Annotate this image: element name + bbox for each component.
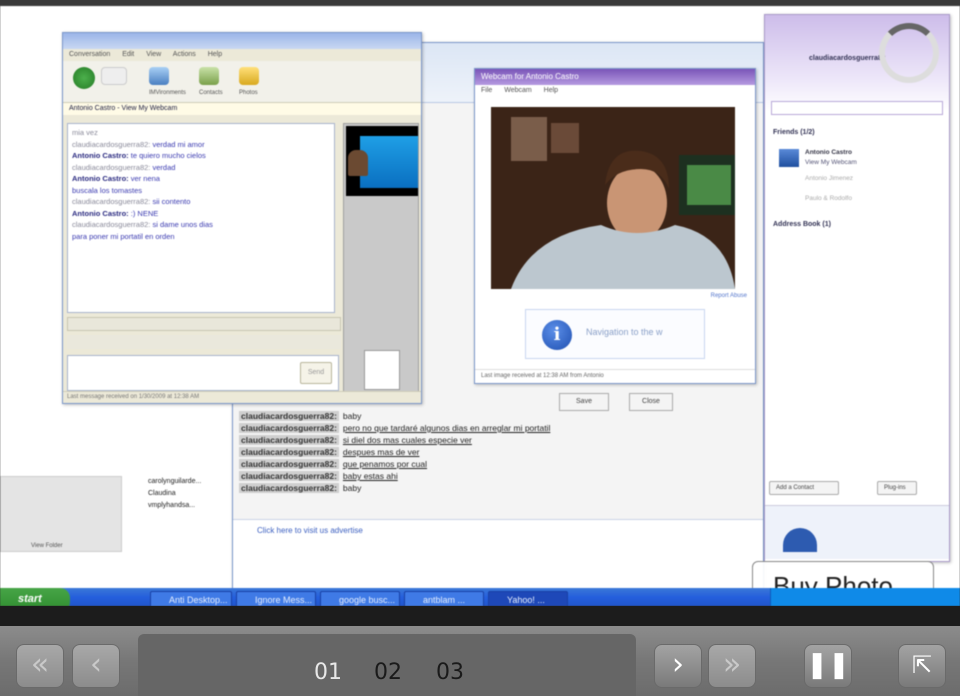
webcam-frame [491, 107, 735, 289]
webcam-video [491, 107, 735, 289]
contact-item[interactable]: Paulo & Rodolfo [765, 195, 949, 205]
ad-banner[interactable] [765, 505, 949, 559]
left-line: vmplyhandsa... [148, 502, 196, 509]
close-button[interactable]: Close [629, 393, 673, 411]
double-chevron-right-icon[interactable]: » [708, 644, 756, 688]
chat-log: mia vez claudiacardosguerra82: verdad mi… [67, 123, 335, 313]
screenshot-photo: View Folder carolynguilarde... Claudina … [0, 6, 960, 606]
controls-bar: « ‹ 01 02 03 › » ❚❚ ⇱ [0, 626, 960, 696]
thumb-face [348, 150, 368, 176]
chat-message: claudiacardosguerra82: baby estas ahi [239, 471, 398, 481]
taskbar-item[interactable]: Ignore Mess... [236, 591, 316, 606]
taskbar-item[interactable]: google busc... [320, 591, 400, 606]
page-number[interactable]: 03 [436, 660, 464, 685]
chat-line: claudiacardosguerra82: sii contento [72, 197, 191, 206]
status-bar: Last message received on 1/30/2009 at 12… [63, 391, 421, 403]
chat-line: buscala los tomastes [72, 185, 143, 195]
format-toolbar[interactable] [67, 317, 341, 331]
toolbar: IMVironments Contacts Photos [63, 61, 421, 103]
system-tray [770, 588, 960, 606]
chat-line: claudiacardosguerra82: verdad [72, 162, 176, 172]
popout-icon[interactable]: ⇱ [898, 644, 946, 688]
webcam-status: Last image received at 12:38 AM from Ant… [475, 369, 755, 383]
save-button[interactable]: Save [559, 393, 609, 411]
webcam-window: Webcam for Antonio Castro File Webcam He… [474, 68, 756, 384]
chat-message: claudiacardosguerra82: si diel dos mas cu… [239, 435, 472, 445]
plugins-button[interactable]: Plug-ins [877, 481, 917, 495]
thumb-screen [360, 136, 418, 188]
controls-strip [0, 606, 960, 626]
messenger-window: claudiacardosguerra82 Friends (1/2) Anto… [764, 14, 950, 562]
contacts-icon[interactable] [199, 67, 219, 85]
photos-icon[interactable] [239, 67, 259, 85]
start-button[interactable]: start [0, 588, 70, 606]
toolbar-label: Photos [239, 90, 258, 96]
left-text: carolynguilarde... Claudina vmplyhandsa.… [148, 476, 201, 512]
info-icon: i [542, 320, 572, 350]
chat-message: claudiacardosguerra82: despues mas de ver [239, 447, 420, 457]
toolbar-label: IMVironments [149, 90, 186, 96]
taskbar-item[interactable]: antblam ... [404, 591, 484, 606]
page-number[interactable]: 02 [374, 660, 402, 685]
search-input[interactable] [771, 101, 943, 115]
chat-line: claudiacardosguerra82: si dame unos dias [72, 220, 213, 229]
page-indicator: 01 02 03 [138, 634, 636, 696]
call-dropdown-button[interactable] [101, 67, 127, 85]
chat-message: claudiacardosguerra82: pero no que tardar… [239, 423, 551, 433]
taskbar-item[interactable]: Yahoo! ... [488, 591, 568, 606]
messenger-header: claudiacardosguerra82 [765, 15, 949, 115]
chat-line: para poner mi portatil en orden [72, 231, 175, 241]
toolbar-label: Contacts [199, 90, 223, 96]
left-line: Claudina [148, 490, 176, 497]
loading-spinner-icon [879, 23, 939, 83]
webcam-title: Webcam for Antonio Castro [475, 69, 755, 85]
chat-line: Antonio Castro: te quiero mucho cielos [72, 151, 206, 160]
send-button[interactable]: Send [300, 362, 332, 384]
chevron-left-icon[interactable]: ‹ [72, 644, 120, 688]
info-text: Navigation to the w [586, 327, 663, 337]
webcam-icon[interactable] [149, 67, 169, 85]
window-title [63, 33, 421, 49]
conversation-with[interactable]: Antonio Castro - View My Webcam [63, 103, 421, 115]
dialog-buttons: Save Close [559, 393, 679, 413]
windows-taskbar: start Anti Desktop... Ignore Mess... goo… [0, 588, 960, 606]
invite-link[interactable]: Click here to visit us advertise [233, 519, 763, 593]
chat-line: Antonio Castro: ver nena [72, 174, 160, 183]
double-chevron-left-icon[interactable]: « [16, 644, 64, 688]
folder-thumbnail: View Folder [0, 476, 122, 552]
info-panel: i Navigation to the w [525, 309, 705, 359]
avatar [364, 350, 400, 390]
webcam-sidebar [343, 123, 419, 393]
conversation-window: Conversation Edit View Actions Help IMVi… [62, 32, 422, 404]
player-controls: « ‹ 01 02 03 › » ❚❚ ⇱ [0, 606, 960, 696]
call-icon[interactable] [73, 67, 95, 89]
left-line: carolynguilarde... [148, 478, 202, 485]
contact-list: Antonio Castro View My Webcam Antonio Ji… [765, 149, 949, 205]
chat-message: claudiacardosguerra82: baby [239, 483, 362, 493]
menu-bar[interactable]: Conversation Edit View Actions Help [63, 49, 421, 61]
chat-line: Antonio Castro: :) NENE [72, 208, 159, 218]
page-number[interactable]: 01 [314, 660, 342, 685]
contact-item[interactable]: Antonio Jimenez [765, 175, 949, 185]
emoticon-toolbar[interactable] [67, 335, 341, 349]
taskbar-item[interactable]: Anti Desktop... [150, 591, 232, 606]
contact-group[interactable]: Address Book (1) [765, 221, 949, 233]
webcam-menu[interactable]: File Webcam Help [475, 85, 755, 97]
chat-line: mia vez [72, 128, 98, 137]
messenger-user[interactable]: claudiacardosguerra82 [809, 55, 886, 62]
pause-icon[interactable]: ❚❚ [804, 644, 852, 688]
report-abuse-link[interactable]: Report Abuse [711, 293, 747, 299]
chat-message: claudiacardosguerra82: que penamos por cu… [239, 459, 428, 469]
message-input[interactable]: Send [67, 355, 339, 391]
contact-avatar [779, 149, 799, 167]
add-contact-button[interactable]: Add a Contact [769, 481, 839, 495]
webcam-thumbnail[interactable] [346, 126, 418, 196]
message-list: claudiacardosguerra82: baby claudiacardos… [239, 411, 639, 495]
chat-line: claudiacardosguerra82: verdad mi amor [72, 139, 205, 149]
chevron-right-icon[interactable]: › [654, 644, 702, 688]
folder-caption: View Folder [31, 543, 63, 549]
ad-logo-icon [783, 528, 817, 552]
contact-group[interactable]: Friends (1/2) [765, 129, 949, 141]
